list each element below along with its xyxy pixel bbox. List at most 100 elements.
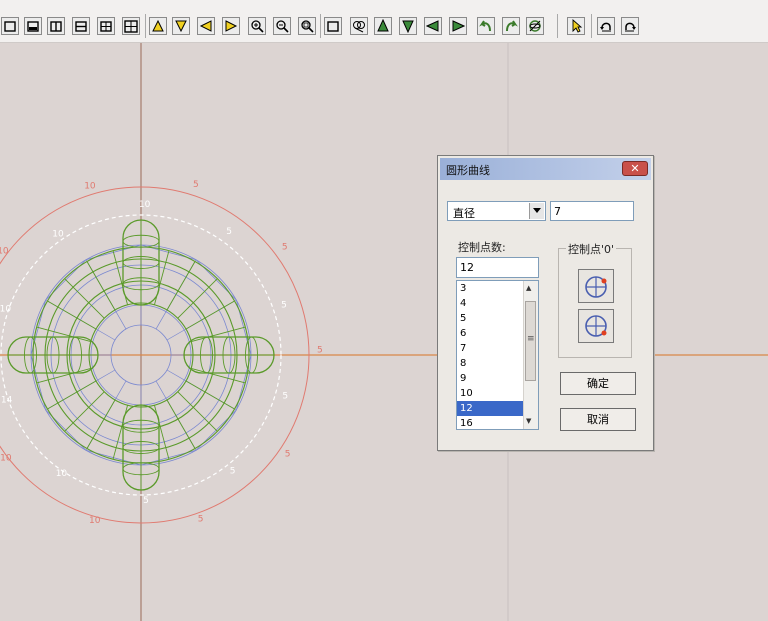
split-horizontal-button[interactable] [72,17,90,35]
pan-left-button[interactable] [424,17,442,35]
undo-button[interactable] [597,17,615,35]
dimension-label: 10 [56,469,68,479]
green-spoke [191,326,246,342]
zoom-out-icon [276,20,289,33]
rotate-left-button[interactable] [477,17,495,35]
list-item[interactable]: 9 [457,371,526,386]
grip-icon: ≡ [527,334,535,344]
split-bottom-icon [27,21,39,32]
zoom-in-button[interactable] [248,17,266,35]
dimension-label: 5 [226,227,232,237]
orbit-button[interactable] [526,17,544,35]
dimension-label: 5 [193,180,199,190]
rotate-right-button[interactable] [502,17,520,35]
control-point-start-button[interactable] [578,269,614,303]
list-item[interactable]: 8 [457,356,526,371]
green-spoke [166,399,196,449]
zoom-extents-button[interactable] [324,17,342,35]
arrow-left-icon [426,20,439,32]
green-spoke [185,300,235,330]
chevron-down-icon [533,208,541,213]
dialog-titlebar[interactable]: 圆形曲线 ✕ [440,158,651,180]
control-point-group-label: 控制点'0' [566,241,617,257]
single-view-button[interactable] [1,17,19,35]
arrow-up-icon [377,19,389,32]
ok-button[interactable]: 确定 [560,372,636,395]
dimension-label: 5 [281,300,287,310]
scroll-up-icon[interactable]: ▲ [526,284,531,292]
orbit-icon [529,20,541,32]
scroll-down-icon[interactable]: ▼ [526,417,531,425]
redo-button[interactable] [621,17,639,35]
green-spoke [36,326,91,342]
dimension-label: 5 [285,449,291,459]
list-item[interactable]: 12 [457,401,526,416]
toolbar-separator [591,14,592,38]
triangle-up-icon [152,19,164,32]
dimension-label: 10 [139,200,151,210]
dimension-label: 5 [198,515,204,525]
triangle-left-icon [199,20,212,32]
green-spoke [86,261,116,311]
dimension-label: 5 [143,496,149,506]
select-pointer-button[interactable] [567,17,585,35]
view-left-button[interactable] [197,17,215,35]
split-horizontal-icon [75,21,87,32]
redo-icon [625,22,636,32]
dropdown-button[interactable] [529,203,544,219]
list-item[interactable]: 10 [457,386,526,401]
view-right-button[interactable] [222,17,240,35]
split-vertical-button[interactable] [47,17,65,35]
pointer-icon [572,19,583,33]
zoom-extents-icon [327,21,339,32]
dimension-label: 10 [0,247,9,257]
close-icon: ✕ [630,162,640,175]
list-item[interactable]: 5 [457,311,526,326]
pan-right-button[interactable] [449,17,467,35]
green-spoke [185,380,235,410]
list-item[interactable]: 6 [457,326,526,341]
diameter-input[interactable]: 7 [550,201,634,221]
list-item[interactable]: 7 [457,341,526,356]
split-bottom-button[interactable] [24,17,42,35]
list-item[interactable]: 4 [457,296,526,311]
quad-view-icon [100,21,112,32]
list-item[interactable]: 3 [457,281,526,296]
zoom-all-button[interactable] [350,17,368,35]
control-points-list[interactable]: 3 4 5 6 7 8 9 10 12 16 ▲ ≡ ▼ [456,280,539,430]
list-item[interactable]: 16 [457,416,526,429]
cancel-button[interactable]: 取消 [560,408,636,431]
arrow-down-icon [402,20,414,33]
scroll-thumb[interactable]: ≡ [525,301,536,381]
view-bottom-button[interactable] [172,17,190,35]
single-view-icon [4,21,16,32]
split-vertical-icon [50,21,62,32]
dimension-label: 5 [282,392,288,402]
quad-view-button[interactable] [97,17,115,35]
dimension-label: 10 [52,230,64,240]
circle-curve-dialog: 圆形曲线 ✕ 直径 7 控制点数: 12 3 4 5 6 7 8 9 10 12 16 ▲ ≡ ▼… [437,155,654,451]
green-spoke [166,261,196,311]
green-spoke [86,399,116,449]
close-button[interactable]: ✕ [622,161,648,176]
zoom-out-button[interactable] [273,17,291,35]
pan-up-button[interactable] [374,17,392,35]
dialog-title: 圆形曲线 [446,164,490,177]
rotate-right-icon [506,20,518,32]
list-scrollbar[interactable]: ▲ ≡ ▼ [523,281,538,429]
dimension-label: 14 [1,396,13,406]
zoom-all-icon [353,21,365,33]
circle-point-top-icon [585,276,607,298]
pan-down-button[interactable] [399,17,417,35]
mode-select[interactable]: 直径 [447,201,546,221]
control-point-alt-button[interactable] [578,309,614,343]
undo-icon [600,22,611,32]
quad-view-alt-button[interactable] [122,17,140,35]
view-top-button[interactable] [149,17,167,35]
circle-point-bottom-icon [585,315,607,337]
arrow-right-icon [452,20,465,32]
zoom-window-button[interactable] [298,17,316,35]
dimension-label: 10 [0,304,11,314]
green-spoke [36,368,91,384]
control-points-input[interactable]: 12 [456,257,539,278]
